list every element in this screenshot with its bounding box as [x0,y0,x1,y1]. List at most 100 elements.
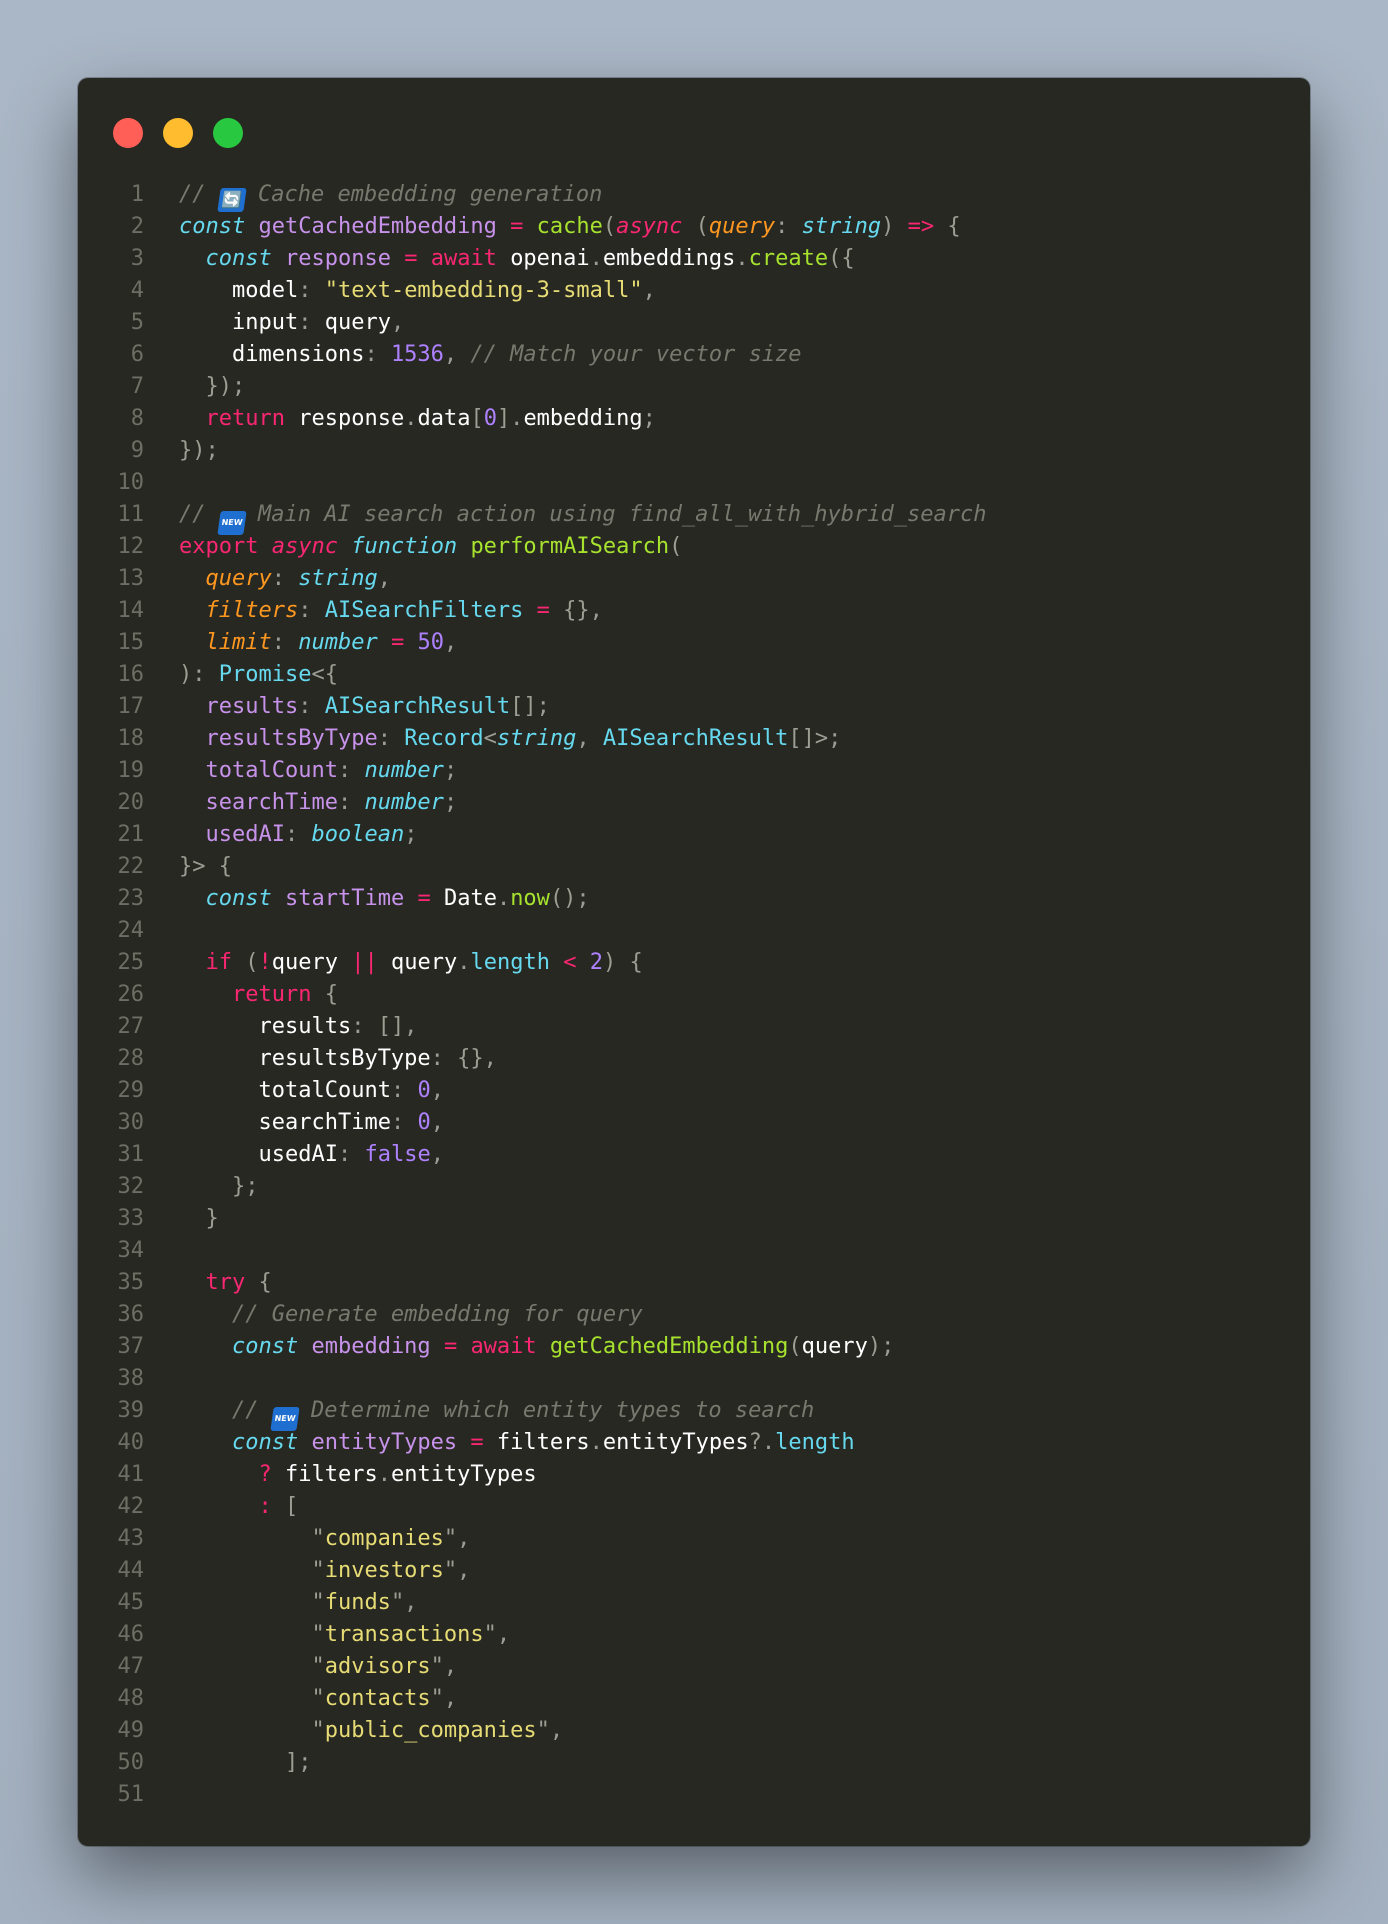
line-number: 29 [117,1078,145,1103]
line-number: 27 [117,1014,145,1039]
line-number: 14 [117,598,145,623]
line-number: 39 [117,1398,145,1423]
code-line: 36 // Generate embedding for query [78,1299,1310,1331]
line-number: 28 [117,1046,145,1071]
line-number: 16 [117,662,145,687]
line-number: 24 [117,918,145,943]
line-number: 34 [117,1238,145,1263]
code-line: 27 results: [], [78,1011,1310,1043]
line-number: 31 [117,1142,145,1167]
line-number: 1 [130,182,144,207]
line-number: 9 [130,438,144,463]
line-number: 42 [117,1494,145,1519]
code-line: 13 query: string, [78,563,1310,595]
line-number: 41 [117,1462,145,1487]
code-line: 12 export async function performAISearch( [78,531,1310,563]
code-line: 16): Promise<{ [78,659,1310,691]
code-line: 29 totalCount: 0, [78,1075,1310,1107]
line-number: 30 [117,1110,145,1135]
line-number: 35 [117,1270,145,1295]
code-line: 9}); [78,435,1310,467]
line-number: 21 [117,822,145,847]
line-number: 48 [117,1686,145,1711]
code-line: 35 try { [78,1267,1310,1299]
line-number: 32 [117,1174,145,1199]
line-number: 20 [117,790,145,815]
line-number: 15 [117,630,145,655]
code-line: 32 }; [78,1171,1310,1203]
line-number: 4 [130,278,144,303]
line-number: 46 [117,1622,145,1647]
code-line: 24 [78,915,1310,947]
code-line: 40 const entityTypes = filters.entityTyp… [78,1427,1310,1459]
code-line: 28 resultsByType: {}, [78,1043,1310,1075]
code-line: 17 results: AISearchResult[]; [78,691,1310,723]
code-line: 23 const startTime = Date.now(); [78,883,1310,915]
code-line: 18 resultsByType: Record<string, AISearc… [78,723,1310,755]
line-number: 3 [130,246,144,271]
code-line: 39 // NEW Determine which entity types t… [78,1395,1310,1431]
line-number: 51 [117,1782,145,1807]
line-number: 6 [130,342,144,367]
line-number: 25 [117,950,145,975]
code-line: 41 ? filters.entityTypes [78,1459,1310,1491]
code-line: 19 totalCount: number; [78,755,1310,787]
code-line: 49 "public_companies", [78,1715,1310,1747]
line-number: 19 [117,758,145,783]
line-number: 8 [130,406,144,431]
code-line: 7 }); [78,371,1310,403]
code-line: 4 model: "text-embedding-3-small", [78,275,1310,307]
code-line: 31 usedAI: false, [78,1139,1310,1171]
code-line: 6 dimensions: 1536, // Match your vector… [78,339,1310,371]
line-number: 36 [117,1302,145,1327]
code-editor: 1// 🔄 Cache embedding generation 2 const … [78,179,1310,1811]
maximize-button[interactable] [213,118,243,148]
code-line: 38 [78,1363,1310,1395]
line-number: 5 [130,310,144,335]
code-line: 43 "companies", [78,1523,1310,1555]
line-number: 47 [117,1654,145,1679]
line-number: 23 [117,886,145,911]
code-line: 10 [78,467,1310,499]
code-line: 51 [78,1779,1310,1811]
code-line: 21 usedAI: boolean; [78,819,1310,851]
line-number: 45 [117,1590,145,1615]
code-line: 34 [78,1235,1310,1267]
line-number: 22 [117,854,145,879]
line-number: 50 [117,1750,145,1775]
line-number: 13 [117,566,145,591]
sync-icon: 🔄 [217,188,247,212]
code-line: 22}> { [78,851,1310,883]
code-line: 45 "funds", [78,1587,1310,1619]
code-line: 26 return { [78,979,1310,1011]
close-button[interactable] [113,118,143,148]
code-line: 46 "transactions", [78,1619,1310,1651]
code-line: 42 : [ [78,1491,1310,1523]
code-line: 5 input: query, [78,307,1310,339]
line-number: 10 [117,470,145,495]
line-number: 33 [117,1206,145,1231]
code-line: 33 } [78,1203,1310,1235]
line-number: 37 [117,1334,145,1359]
code-line: 50 ]; [78,1747,1310,1779]
code-line: 3 const response = await openai.embeddin… [78,243,1310,275]
line-number: 7 [130,374,144,399]
line-number: 40 [117,1430,145,1455]
code-line: 25 if (!query || query.length < 2) { [78,947,1310,979]
code-line: 44 "investors", [78,1555,1310,1587]
line-number: 2 [130,214,144,239]
line-number: 49 [117,1718,145,1743]
code-line: 37 const embedding = await getCachedEmbe… [78,1331,1310,1363]
code-line: 47 "advisors", [78,1651,1310,1683]
code-line: 1// 🔄 Cache embedding generation [78,179,1310,212]
minimize-button[interactable] [163,118,193,148]
code-line: 30 searchTime: 0, [78,1107,1310,1139]
code-line: 48 "contacts", [78,1683,1310,1715]
line-number: 18 [117,726,145,751]
line-number: 12 [117,534,145,559]
line-number: 38 [117,1366,145,1391]
code-line: 8 return response.data[0].embedding; [78,403,1310,435]
code-line: 2 const getCachedEmbedding = cache(async … [78,211,1310,243]
code-line: 15 limit: number = 50, [78,627,1310,659]
line-number: 44 [117,1558,145,1583]
